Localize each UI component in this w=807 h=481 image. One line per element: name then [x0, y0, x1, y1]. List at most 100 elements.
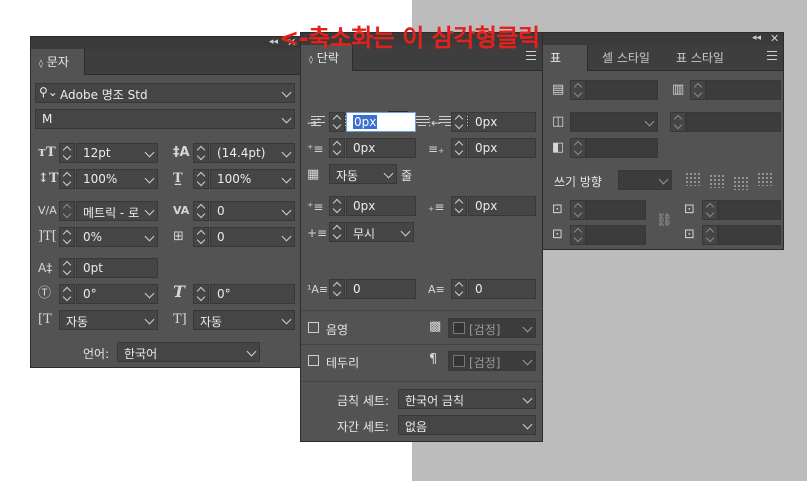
writing-direction-field[interactable]	[618, 170, 672, 190]
leading-stepper[interactable]	[193, 143, 209, 163]
chevron-down-icon[interactable]	[281, 173, 292, 184]
column-width-stepper[interactable]	[570, 138, 586, 158]
horizontal-scale-field[interactable]: 100%	[210, 169, 295, 189]
tab-character[interactable]: ◊ 문자	[31, 49, 85, 75]
chevron-down-icon[interactable]	[281, 147, 292, 158]
drop-cap-lines-stepper[interactable]	[329, 279, 345, 299]
aki-stepper[interactable]	[193, 227, 209, 247]
columns-stepper[interactable]	[690, 80, 706, 100]
row-height-field[interactable]	[686, 112, 781, 132]
drop-cap-chars-field[interactable]: 0	[468, 279, 536, 299]
chevron-down-icon[interactable]	[144, 173, 155, 184]
align-top-icon[interactable]	[685, 172, 701, 186]
space-before-field[interactable]: 0px	[346, 196, 416, 216]
chevron-down-icon[interactable]	[281, 231, 292, 242]
align-center-icon[interactable]	[709, 174, 725, 188]
row-height-stepper[interactable]	[670, 112, 686, 132]
kinsoku-field[interactable]: 한국어 금칙	[398, 389, 536, 409]
rows-field[interactable]	[586, 80, 658, 100]
last-line-indent-field[interactable]: 0px	[468, 138, 536, 158]
baseline-shift-stepper[interactable]	[59, 258, 75, 278]
grid-align-field[interactable]: 자동	[329, 164, 397, 184]
rotation-field[interactable]: 0°	[76, 284, 158, 304]
collapse-icon[interactable]: ◂◂	[752, 33, 761, 44]
first-line-indent-field[interactable]: 0px	[346, 138, 416, 158]
font-style-field[interactable]: M	[35, 109, 295, 129]
font-size-stepper[interactable]	[59, 143, 75, 163]
chevron-down-icon[interactable]	[383, 168, 394, 179]
space-before-stepper[interactable]	[329, 196, 345, 216]
inset-right-field[interactable]	[718, 200, 781, 220]
drop-cap-lines-field[interactable]: 0	[346, 279, 416, 299]
grid-ignore-field[interactable]: 무시	[346, 222, 414, 242]
aki-field[interactable]: 0	[210, 227, 295, 247]
first-line-indent-stepper[interactable]	[329, 138, 345, 158]
shading-color-field[interactable]: [검정]	[448, 318, 536, 338]
inset-left-stepper[interactable]	[702, 225, 718, 245]
tracking-field[interactable]: 0	[210, 201, 295, 221]
align-bottom-icon[interactable]	[733, 176, 749, 190]
right-indent-stepper[interactable]	[451, 112, 467, 132]
chevron-down-icon[interactable]	[400, 226, 411, 237]
inset-left-field[interactable]	[718, 225, 781, 245]
link-icon[interactable]: ⛓	[656, 213, 673, 229]
chevron-down-icon[interactable]	[522, 419, 533, 430]
inset-top-field[interactable]	[586, 200, 646, 220]
chevron-down-icon[interactable]	[281, 113, 292, 124]
chevron-down-icon[interactable]	[144, 314, 155, 325]
drop-cap-chars-stepper[interactable]	[451, 279, 467, 299]
tab-table[interactable]: 표	[542, 45, 588, 71]
chevron-down-icon[interactable]	[522, 322, 533, 333]
right-indent-field[interactable]: 0px	[468, 112, 536, 132]
collapse-icon[interactable]: ◂◂	[269, 37, 278, 48]
chevron-down-icon[interactable]	[144, 288, 155, 299]
chevron-down-icon[interactable]	[658, 174, 669, 185]
chevron-down-icon[interactable]	[144, 231, 155, 242]
horizontal-scale-stepper[interactable]	[193, 169, 209, 189]
inset-top-stepper[interactable]	[570, 200, 586, 220]
grid-ignore-stepper[interactable]	[329, 222, 345, 242]
tsume-stepper[interactable]	[59, 227, 75, 247]
baseline-shift-field[interactable]: 0pt	[76, 258, 158, 278]
tracking-stepper[interactable]	[193, 201, 209, 221]
border-color-field[interactable]: [검정]	[448, 351, 536, 371]
mojikumi-field[interactable]: 없음	[398, 415, 536, 435]
menu-icon[interactable]	[767, 51, 777, 60]
last-line-indent-stepper[interactable]	[451, 138, 467, 158]
kerning-stepper[interactable]	[59, 201, 75, 221]
columns-field[interactable]	[706, 80, 781, 100]
chevron-down-icon[interactable]	[522, 355, 533, 366]
vertical-scale-field[interactable]: 100%	[76, 169, 158, 189]
rotation-stepper[interactable]	[59, 284, 75, 304]
language-field[interactable]: 한국어	[117, 342, 260, 362]
border-checkbox[interactable]	[308, 355, 319, 366]
vertical-scale-stepper[interactable]	[59, 169, 75, 189]
skew-stepper[interactable]	[193, 284, 209, 304]
font-size-field[interactable]: 12pt	[76, 143, 158, 163]
leading-field[interactable]: (14.4pt)	[210, 143, 295, 163]
tab-cell-style[interactable]: 셀 스타일	[594, 45, 658, 71]
kerning-field[interactable]: 메트릭 - 로	[76, 201, 158, 221]
close-icon[interactable]: ✕	[770, 33, 779, 44]
chevron-down-icon[interactable]	[246, 346, 257, 357]
inset-right-stepper[interactable]	[702, 200, 718, 220]
row-height-mode-field[interactable]	[570, 112, 658, 132]
skew-field[interactable]: 0°	[210, 284, 295, 304]
shading-checkbox[interactable]	[308, 322, 319, 333]
left-indent-stepper[interactable]	[329, 112, 345, 132]
chevron-down-icon[interactable]	[522, 393, 533, 404]
justify-vertical-icon[interactable]	[757, 172, 773, 186]
chevron-down-icon[interactable]	[281, 205, 292, 216]
space-after-stepper[interactable]	[451, 196, 467, 216]
column-width-field[interactable]	[586, 138, 658, 158]
inset-bottom-stepper[interactable]	[570, 225, 586, 245]
inset-bottom-field[interactable]	[586, 225, 646, 245]
chevron-down-icon[interactable]	[281, 87, 292, 98]
font-family-field[interactable]: ⚲⌄ Adobe 명조 Std	[35, 83, 295, 103]
rows-stepper[interactable]	[570, 80, 586, 100]
tsume-field[interactable]: 0%	[76, 227, 158, 247]
space-after-field[interactable]: 0px	[468, 196, 536, 216]
aki-after-field[interactable]: 자동	[193, 310, 295, 330]
chevron-down-icon[interactable]	[144, 147, 155, 158]
chevron-down-icon[interactable]	[644, 116, 655, 127]
